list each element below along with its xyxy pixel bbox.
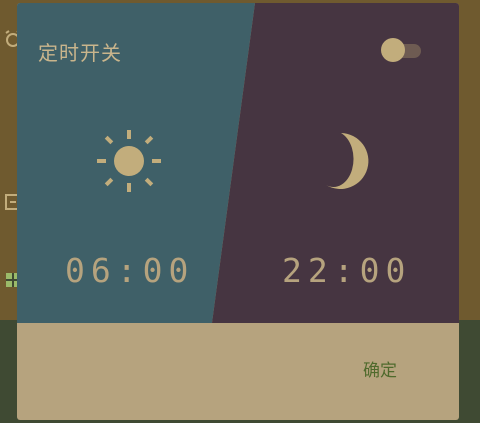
toggle-thumb	[381, 38, 405, 62]
dialog-title: 定时开关	[38, 41, 122, 65]
confirm-button[interactable]: 确定	[355, 356, 405, 386]
timer-dialog: 定时开关 06:00 22:00 确定	[17, 3, 459, 420]
end-time[interactable]: 22:00	[282, 251, 411, 290]
start-time[interactable]: 06:00	[65, 251, 194, 290]
timer-toggle[interactable]	[381, 38, 425, 62]
schedule-panel: 定时开关 06:00 22:00	[17, 3, 459, 323]
